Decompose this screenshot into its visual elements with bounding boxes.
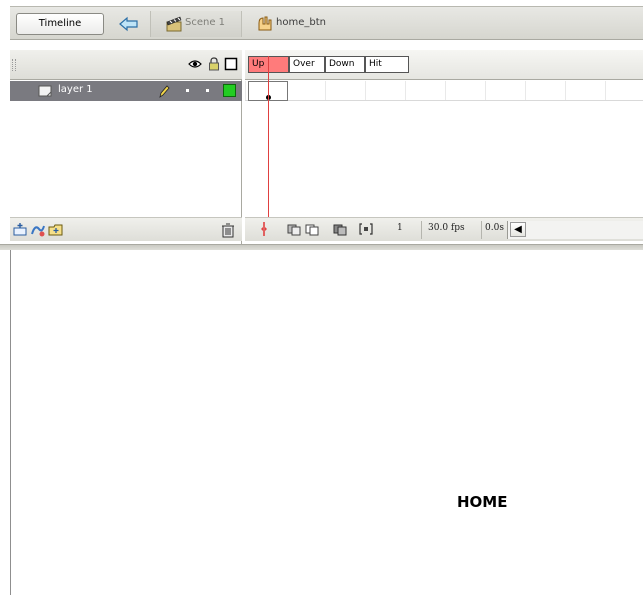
frame-label-over[interactable]: Over bbox=[289, 56, 325, 73]
separator bbox=[421, 221, 422, 239]
timeline-toggle-button[interactable]: Timeline bbox=[16, 13, 104, 35]
layers-header bbox=[10, 50, 242, 80]
layer-page-icon bbox=[38, 85, 52, 97]
frame-label-down[interactable]: Down bbox=[325, 56, 365, 73]
center-frame-icon[interactable] bbox=[260, 222, 268, 236]
scene-breadcrumb[interactable]: Scene 1 bbox=[150, 11, 242, 37]
pencil-icon bbox=[159, 85, 170, 98]
separator bbox=[481, 221, 482, 239]
current-frame-readout: 1 bbox=[397, 223, 403, 233]
frame-cells[interactable] bbox=[245, 81, 643, 101]
home-button-text[interactable]: HOME bbox=[457, 493, 507, 511]
panel-grip[interactable] bbox=[12, 59, 16, 71]
frames-panel: Up Over Down Hit 1 30.0 fps 0.0s ◀ bbox=[245, 50, 643, 245]
layer-color-swatch[interactable] bbox=[223, 84, 236, 97]
playhead[interactable] bbox=[268, 56, 269, 221]
scene-label: Scene 1 bbox=[185, 17, 226, 28]
trash-icon[interactable] bbox=[220, 222, 236, 238]
layers-panel: layer 1 bbox=[10, 50, 242, 245]
layers-footer bbox=[10, 217, 242, 241]
edit-bar: Timeline Scene 1 home_btn bbox=[10, 6, 643, 40]
add-motion-guide-icon[interactable] bbox=[30, 222, 46, 238]
symbol-label: home_btn bbox=[276, 17, 326, 28]
button-symbol-icon bbox=[258, 16, 272, 31]
modify-onion-markers-icon[interactable] bbox=[359, 222, 373, 236]
frames-footer: 1 30.0 fps 0.0s ◀ bbox=[245, 217, 643, 241]
visibility-dot[interactable] bbox=[186, 89, 189, 92]
timeline-scrollbar[interactable]: ◀ bbox=[507, 221, 643, 239]
left-margin bbox=[0, 0, 10, 595]
lock-dot[interactable] bbox=[206, 89, 209, 92]
back-button[interactable] bbox=[114, 13, 144, 35]
back-arrow-icon bbox=[119, 16, 138, 32]
elapsed-time-readout: 0.0s bbox=[485, 223, 504, 233]
frame-rate-readout: 30.0 fps bbox=[428, 223, 465, 233]
onion-skin-icon[interactable] bbox=[287, 222, 301, 236]
layer-name[interactable]: layer 1 bbox=[58, 84, 93, 95]
clapperboard-icon bbox=[166, 16, 182, 32]
frame-label-hit[interactable]: Hit bbox=[365, 56, 409, 73]
outline-square-icon[interactable] bbox=[224, 57, 238, 71]
eye-icon[interactable] bbox=[188, 57, 202, 71]
onion-skin-outlines-icon[interactable] bbox=[305, 222, 319, 236]
layer-row[interactable]: layer 1 bbox=[10, 81, 242, 101]
frame-header: Up Over Down Hit bbox=[245, 50, 643, 80]
stage[interactable]: HOME bbox=[10, 250, 643, 595]
lock-icon[interactable] bbox=[207, 57, 221, 71]
edit-multiple-frames-icon[interactable] bbox=[333, 222, 347, 236]
scroll-left-arrow-icon[interactable]: ◀ bbox=[510, 222, 526, 237]
symbol-breadcrumb[interactable]: home_btn bbox=[254, 11, 364, 37]
insert-folder-icon[interactable] bbox=[48, 222, 64, 238]
insert-layer-icon[interactable] bbox=[12, 222, 28, 238]
